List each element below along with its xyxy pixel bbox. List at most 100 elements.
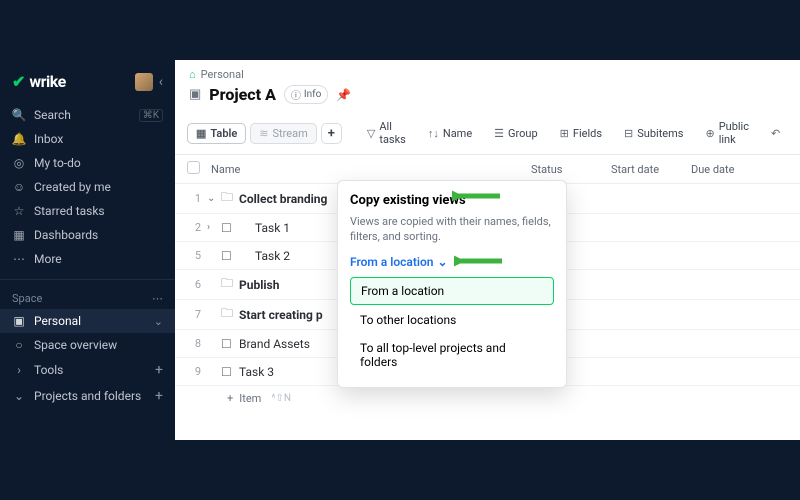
plus-icon: + — [227, 392, 233, 405]
check-circle-icon: ◎ — [12, 156, 26, 170]
space-personal[interactable]: ▣ Personal ⌄ — [0, 309, 175, 333]
info-icon: ⓘ — [291, 87, 301, 102]
brand-row: ✔ wrike ‹ — [0, 68, 175, 103]
pin-icon[interactable]: 📌 — [336, 88, 351, 102]
space-more-icon[interactable]: ⋯ — [152, 292, 163, 305]
project-icon: ▣ — [189, 87, 201, 102]
row-index: 1 — [187, 192, 207, 205]
nav-label: Created by me — [34, 180, 111, 194]
fields-button[interactable]: ⊞ Fields — [551, 123, 611, 144]
brand-name: wrike — [29, 72, 65, 91]
chevron-down-icon: ⌄ — [12, 389, 26, 403]
row-index: 2 — [187, 221, 207, 234]
info-pill[interactable]: ⓘInfo — [284, 85, 328, 104]
filter-button[interactable]: ▽All tasks — [358, 116, 415, 150]
undo-icon: ↶ — [771, 127, 780, 140]
row-index: 9 — [187, 365, 207, 378]
folder-icon: 🗀 — [221, 274, 239, 295]
tb-label: Public link — [719, 120, 749, 146]
info-label: Info — [304, 89, 321, 100]
sidebar: ✔ wrike ‹ 🔍 Search ⌘K 🔔 Inbox ◎ My to-do… — [0, 60, 175, 440]
divider — [0, 279, 175, 280]
collapse-sidebar-icon[interactable]: ‹ — [159, 74, 163, 90]
home-icon: ⌂ — [189, 68, 196, 81]
group-button[interactable]: ☰Group — [485, 123, 547, 144]
popover-options: From a locationTo other locationsTo all … — [350, 277, 554, 375]
sort-button[interactable]: ↑↓Name — [419, 123, 481, 144]
subitems-icon: ⊟ — [624, 127, 633, 140]
dot-icon: ○ — [12, 338, 26, 352]
add-view-button[interactable]: + — [321, 123, 342, 144]
fields-icon: ⊞ — [560, 127, 569, 140]
add-tool-icon[interactable]: + — [155, 362, 163, 378]
nav-created[interactable]: ☺ Created by me — [0, 175, 175, 199]
expand-icon[interactable]: ⌄ — [207, 193, 221, 204]
space-icon: ▣ — [12, 314, 26, 328]
filter-icon: ▽ — [367, 127, 375, 140]
col-status[interactable]: Status — [531, 163, 611, 176]
tb-label: Group — [508, 127, 538, 140]
nav-label: Inbox — [34, 132, 63, 146]
expand-icon[interactable]: › — [207, 222, 221, 233]
select-all-checkbox[interactable] — [187, 161, 200, 174]
col-start[interactable]: Start date — [611, 163, 691, 176]
task-icon: ☐ — [221, 365, 239, 379]
public-link-button[interactable]: ⊕Public link — [696, 116, 758, 150]
search-kbd: ⌘K — [139, 109, 163, 122]
search-icon: 🔍 — [12, 108, 26, 122]
view-stream-button[interactable]: ≋Stream — [250, 123, 316, 144]
nav-dashboards[interactable]: ▦ Dashboards — [0, 223, 175, 247]
popover-option[interactable]: To other locations — [350, 307, 554, 333]
nav-label: My to-do — [34, 156, 81, 170]
nav-label: Starred tasks — [34, 204, 105, 218]
row-index: 8 — [187, 337, 207, 350]
nav-label: Dashboards — [34, 228, 98, 242]
table-icon: ▦ — [196, 127, 206, 140]
stream-icon: ≋ — [259, 127, 268, 140]
breadcrumb[interactable]: ⌂ Personal — [175, 60, 800, 83]
popover-option[interactable]: To all top-level projects and folders — [350, 335, 554, 375]
tb-label: Table — [210, 127, 237, 140]
col-name[interactable]: Name — [211, 163, 531, 176]
space-projects[interactable]: ⌄ Projects and folders + — [0, 383, 175, 409]
nav-inbox[interactable]: 🔔 Inbox — [0, 127, 175, 151]
row-index: 6 — [187, 278, 207, 291]
nav-label: Projects and folders — [34, 389, 141, 403]
row-index: 7 — [187, 308, 207, 321]
wrike-logo-icon: ✔ — [12, 72, 25, 91]
nav-search[interactable]: 🔍 Search ⌘K — [0, 103, 175, 127]
space-tools[interactable]: › Tools + — [0, 357, 175, 383]
nav-mytodo[interactable]: ◎ My to-do — [0, 151, 175, 175]
popover-option[interactable]: From a location — [350, 277, 554, 305]
star-icon: ☆ — [12, 204, 26, 218]
folder-icon: 🗀 — [221, 304, 239, 325]
person-icon: ☺ — [12, 180, 26, 194]
title-row: ▣ Project A ⓘInfo 📌 — [175, 83, 800, 112]
copy-views-popover: Copy existing views Views are copied wit… — [337, 180, 567, 388]
dashboard-icon: ▦ — [12, 228, 26, 242]
redo-button[interactable]: ↷ — [793, 123, 800, 144]
task-icon: ☐ — [221, 221, 239, 235]
subitems-button[interactable]: ⊟ Subitems — [615, 123, 692, 144]
chevron-down-icon: ⌄ — [154, 315, 163, 328]
tb-label: Fields — [573, 127, 602, 140]
nav-label: Tools — [34, 363, 63, 377]
popover-location-dropdown[interactable]: From a location ⌄ — [350, 255, 448, 269]
nav-starred[interactable]: ☆ Starred tasks — [0, 199, 175, 223]
page-title: Project A — [209, 85, 276, 104]
new-item-kbd: ^⇧N — [271, 393, 291, 404]
space-overview[interactable]: ○ Space overview — [0, 333, 175, 357]
new-item-row[interactable]: +Item^⇧N — [175, 386, 800, 411]
sort-icon: ↑↓ — [428, 127, 439, 140]
avatar[interactable] — [135, 73, 153, 91]
undo-button[interactable]: ↶ — [762, 123, 789, 144]
nav-label: Personal — [34, 314, 81, 328]
annotation-arrow-icon — [452, 188, 502, 204]
col-due[interactable]: Due date — [691, 163, 771, 176]
tb-label: Subitems — [637, 127, 683, 140]
add-project-icon[interactable]: + — [155, 388, 163, 404]
view-table-button[interactable]: ▦ Table — [187, 123, 246, 144]
nav-more[interactable]: ⋯ More — [0, 247, 175, 271]
space-header-label: Space — [12, 292, 42, 305]
popover-link-label: From a location — [350, 255, 433, 269]
